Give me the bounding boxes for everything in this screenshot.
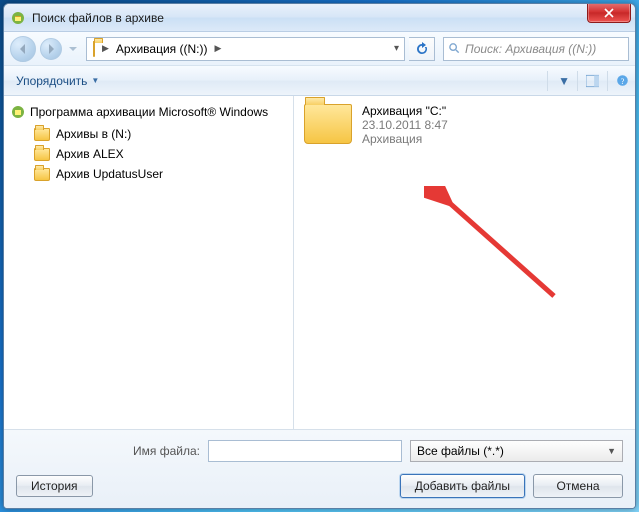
view-options-button[interactable]: ▼ [547, 71, 569, 91]
cancel-label: Отмена [556, 479, 599, 493]
tree-pane[interactable]: Программа архивации Microsoft® Windows А… [4, 96, 294, 429]
breadcrumb-arrow-icon[interactable]: ▶ [211, 43, 224, 54]
nav-history-dropdown[interactable] [66, 45, 80, 53]
preview-pane-button[interactable] [577, 71, 599, 91]
address-bar[interactable]: ▶ Архивация ((N:)) ▶ ▾ [86, 37, 405, 61]
breadcrumb-label: Архивация ((N:)) [116, 42, 208, 56]
folder-icon [34, 148, 50, 161]
search-placeholder: Поиск: Архивация ((N:)) [465, 42, 596, 56]
list-item[interactable]: Архивация "C:" 23.10.2011 8:47 Архивация [304, 104, 625, 146]
refresh-button[interactable] [409, 37, 435, 61]
history-button[interactable]: История [16, 475, 93, 497]
tree-item-label: Архив UpdatusUser [56, 167, 163, 181]
breadcrumb-segment[interactable]: Архивация ((N:)) [112, 38, 212, 60]
bottom-panel: Имя файла: Все файлы (*.*) ▼ История Доб… [4, 429, 635, 508]
chevron-down-icon: ▼ [607, 446, 616, 456]
tree-item[interactable]: Архивы в (N:) [8, 124, 289, 144]
tree-item-label: Архивы в (N:) [56, 127, 131, 141]
cancel-button[interactable]: Отмена [533, 474, 623, 498]
svg-text:?: ? [621, 77, 625, 86]
filetype-combo[interactable]: Все файлы (*.*) ▼ [410, 440, 623, 462]
tree-root-label: Программа архивации Microsoft® Windows [30, 105, 268, 119]
nav-row: ▶ Архивация ((N:)) ▶ ▾ Поиск: Архивация … [4, 32, 635, 66]
tree-item-label: Архив ALEX [56, 147, 124, 161]
toolbar: Упорядочить ▼ ▼ ? [4, 66, 635, 96]
folder-icon [93, 42, 95, 56]
tree-item[interactable]: Архив ALEX [8, 144, 289, 164]
close-button[interactable] [587, 3, 631, 23]
add-files-label: Добавить файлы [415, 479, 510, 493]
item-name: Архивация "C:" [362, 104, 448, 118]
address-dropdown-icon[interactable]: ▾ [391, 43, 402, 54]
nav-forward-button[interactable] [40, 38, 62, 60]
app-icon [10, 10, 26, 26]
add-files-button[interactable]: Добавить файлы [400, 474, 525, 498]
nav-back-button[interactable] [10, 36, 36, 62]
breadcrumb-arrow-icon[interactable]: ▶ [99, 43, 112, 54]
organize-label: Упорядочить [16, 74, 87, 88]
backup-program-icon [10, 104, 26, 120]
filetype-label: Все файлы (*.*) [417, 444, 504, 458]
titlebar[interactable]: Поиск файлов в архиве [4, 4, 635, 32]
search-icon [448, 42, 461, 55]
folder-icon [34, 168, 50, 181]
item-type: Архивация [362, 132, 448, 146]
content-area: Программа архивации Microsoft® Windows А… [4, 96, 635, 429]
tree-root[interactable]: Программа архивации Microsoft® Windows [8, 102, 289, 124]
folder-icon [304, 104, 352, 144]
list-pane[interactable]: Архивация "C:" 23.10.2011 8:47 Архивация [294, 96, 635, 429]
tree-item[interactable]: Архив UpdatusUser [8, 164, 289, 184]
item-date: 23.10.2011 8:47 [362, 118, 448, 132]
filename-label: Имя файла: [16, 444, 200, 458]
help-button[interactable]: ? [607, 71, 629, 91]
file-dialog-window: Поиск файлов в архиве ▶ Архивация ((N:))… [3, 3, 636, 509]
history-label: История [31, 479, 78, 493]
filename-input[interactable] [208, 440, 402, 462]
window-title: Поиск файлов в архиве [32, 11, 164, 25]
chevron-down-icon: ▼ [91, 76, 99, 85]
folder-icon [34, 128, 50, 141]
organize-button[interactable]: Упорядочить ▼ [10, 71, 105, 91]
annotation-arrow [424, 186, 564, 306]
search-input[interactable]: Поиск: Архивация ((N:)) [443, 37, 629, 61]
chevron-down-icon: ▼ [558, 74, 570, 88]
